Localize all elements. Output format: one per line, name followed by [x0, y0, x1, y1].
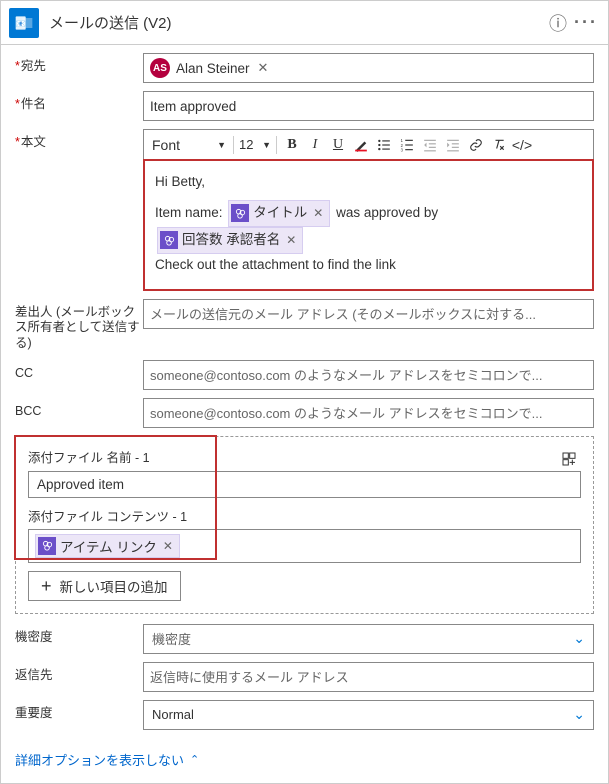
bcc-input[interactable]: someone@contoso.com のようなメール アドレスをセミコロンで.… — [143, 398, 594, 428]
card-header: 📧 メールの送信 (V2) ⓘ ··· — [1, 1, 608, 45]
card-title: メールの送信 (V2) — [39, 12, 544, 33]
cc-label: CC — [15, 360, 143, 382]
subject-value: Item approved — [150, 99, 236, 114]
bullet-list-button[interactable] — [374, 134, 394, 156]
attachments-section: 添付ファイル 名前 - 1 Approved item 添付ファイル コンテンツ… — [15, 436, 594, 614]
remove-token-icon[interactable]: ✕ — [163, 539, 173, 553]
attach-name-label: 添付ファイル 名前 - 1 — [28, 447, 150, 466]
body-line-2: Item name: タイトル ✕ was approved by — [155, 200, 582, 227]
remove-recipient-icon[interactable]: ✕ — [258, 60, 269, 76]
remove-token-icon[interactable]: ✕ — [313, 203, 323, 223]
subject-label: 件名 — [15, 91, 143, 113]
body-line-1: Hi Betty, — [155, 171, 582, 194]
body-line-3: 回答数 承認者名 ✕ — [155, 227, 582, 254]
code-view-button[interactable]: </> — [512, 134, 532, 156]
card-body: 宛先 AS Alan Steiner ✕ 件名 Item approved 本文 — [1, 45, 608, 742]
attach-content-input[interactable]: アイテム リンク ✕ — [28, 529, 581, 563]
more-icon[interactable]: ··· — [572, 12, 600, 33]
attach-header-row: 添付ファイル 名前 - 1 — [28, 447, 581, 471]
clear-format-button[interactable] — [489, 134, 509, 156]
font-select[interactable]: Font▼ — [150, 137, 228, 153]
to-input[interactable]: AS Alan Steiner ✕ — [143, 53, 594, 83]
sharepoint-icon — [38, 537, 56, 555]
cc-input[interactable]: someone@contoso.com のようなメール アドレスをセミコロンで.… — [143, 360, 594, 390]
attach-name-input[interactable]: Approved item — [28, 471, 581, 498]
hide-advanced-link[interactable]: 詳細オプションを表示しない ⌃ — [1, 742, 213, 783]
sharepoint-icon — [231, 204, 249, 222]
switch-mode-button[interactable] — [557, 447, 581, 471]
outlook-icon: 📧 — [9, 8, 39, 38]
indent-button[interactable] — [443, 134, 463, 156]
action-card: 📧 メールの送信 (V2) ⓘ ··· 宛先 AS Alan Steiner ✕… — [0, 0, 609, 784]
replyto-input[interactable]: 返信時に使用するメール アドレス — [143, 662, 594, 692]
help-icon[interactable]: ⓘ — [544, 10, 572, 36]
bold-button[interactable]: B — [282, 134, 302, 156]
replyto-label: 返信先 — [15, 662, 143, 684]
bcc-label: BCC — [15, 398, 143, 420]
number-list-button[interactable]: 123 — [397, 134, 417, 156]
attach-content-label: 添付ファイル コンテンツ - 1 — [28, 506, 581, 525]
chevron-down-icon: ⌄ — [573, 706, 585, 723]
svg-text:📧: 📧 — [15, 18, 25, 28]
chevron-down-icon: ⌄ — [573, 630, 585, 647]
from-label: 差出人 (メールボックス所有者として送信する) — [15, 299, 143, 352]
sensitivity-select[interactable]: 機密度 ⌄ — [143, 624, 594, 654]
sensitivity-label: 機密度 — [15, 624, 143, 646]
body-line-4: Check out the attachment to find the lin… — [155, 254, 582, 277]
chevron-up-icon: ⌃ — [190, 753, 199, 766]
body-label: 本文 — [15, 129, 143, 151]
dynamic-token-approver[interactable]: 回答数 承認者名 ✕ — [157, 227, 303, 254]
remove-token-icon[interactable]: ✕ — [286, 230, 296, 250]
importance-select[interactable]: Normal ⌄ — [143, 700, 594, 730]
body-editor[interactable]: Hi Betty, Item name: タイトル ✕ was approved… — [143, 159, 594, 291]
from-input[interactable]: メールの送信元のメール アドレス (そのメールボックスに対する... — [143, 299, 594, 329]
add-item-button[interactable]: + 新しい項目の追加 — [28, 571, 181, 601]
underline-button[interactable]: U — [328, 134, 348, 156]
sharepoint-icon — [160, 231, 178, 249]
dynamic-token-itemlink[interactable]: アイテム リンク ✕ — [35, 534, 180, 558]
importance-label: 重要度 — [15, 700, 143, 722]
font-size-select[interactable]: 12▼ — [239, 137, 271, 152]
dynamic-token-title[interactable]: タイトル ✕ — [228, 200, 330, 227]
avatar: AS — [150, 58, 170, 78]
italic-button[interactable]: I — [305, 134, 325, 156]
rte-toolbar: Font▼ 12▼ B I U 123 — [143, 129, 594, 159]
subject-input[interactable]: Item approved — [143, 91, 594, 121]
link-button[interactable] — [466, 134, 486, 156]
outdent-button[interactable] — [420, 134, 440, 156]
font-color-button[interactable] — [351, 134, 371, 156]
svg-text:3: 3 — [401, 147, 404, 152]
to-label: 宛先 — [15, 53, 143, 75]
plus-icon: + — [41, 577, 52, 595]
recipient-name: Alan Steiner — [176, 61, 250, 76]
